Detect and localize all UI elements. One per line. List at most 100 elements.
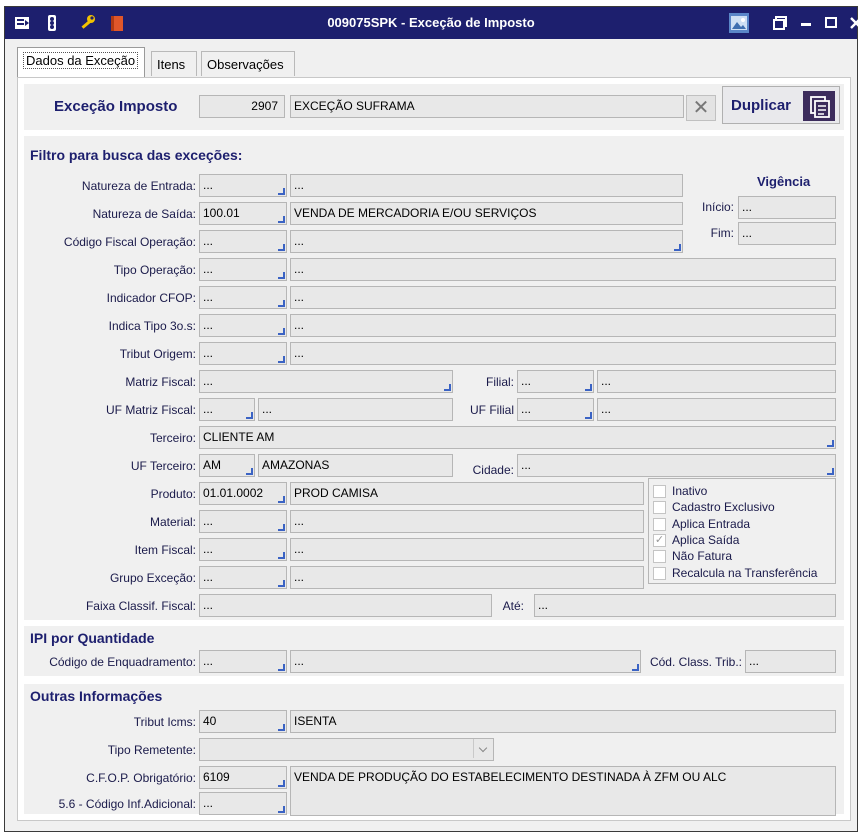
filial-code[interactable]: ... [517,370,594,393]
indicador-cfop-desc[interactable]: ... [290,286,836,309]
ate-field[interactable]: ... [534,594,836,617]
checkbox[interactable] [653,485,666,498]
duplicate-button[interactable]: Duplicar [722,86,840,124]
tribut-origem-desc[interactable]: ... [290,342,836,365]
outras-title: Outras Informações [30,688,162,704]
tribut-icms-desc[interactable]: ISENTA [290,710,836,733]
maximize-icon[interactable] [820,13,842,33]
faixa-field[interactable]: ... [199,594,492,617]
inicio-label: Início: [674,200,734,214]
cfop-obrig-desc[interactable]: VENDA DE PRODUÇÃO DO ESTABELECIMENTO DES… [290,766,836,816]
ate-label: Até: [464,599,524,613]
excecao-desc-field[interactable]: EXCEÇÃO SUFRAMA [290,95,684,118]
uf-terceiro-label: UF Terceiro: [24,459,196,473]
inf-adicional-field[interactable]: ... [199,792,287,815]
clear-button[interactable]: ✕ [686,95,716,121]
class-trib-field[interactable]: ... [745,650,836,673]
image-icon[interactable] [729,13,749,33]
tipo-operacao-desc[interactable]: ... [290,258,836,281]
matriz-fiscal-field[interactable]: ... [199,370,453,393]
inf-adicional-label: 5.6 - Código Inf.Adicional: [24,797,196,811]
tipo-remetente-label: Tipo Remetente: [24,743,196,757]
excecao-label: Exceção Imposto [54,98,177,115]
grupo-excecao-code[interactable]: ... [199,566,287,589]
filter-section: Filtro para busca das exceções: Vigência… [24,136,844,620]
inicio-field[interactable]: ... [738,196,836,219]
uf-matriz-desc[interactable]: ... [258,398,453,421]
item-fiscal-desc[interactable]: ... [290,538,644,561]
header-section: Exceção Imposto 2907 EXCEÇÃO SUFRAMA ✕ [24,84,844,130]
checkbox-label: Não Fatura [672,549,732,563]
checkbox[interactable] [653,518,666,531]
material-desc[interactable]: ... [290,510,644,533]
item-fiscal-label: Item Fiscal: [24,543,196,557]
cidade-field[interactable]: ... [517,454,836,477]
tribut-icms-label: Tribut Icms: [24,715,196,729]
tab-observacoes[interactable]: Observações [201,51,295,76]
ipi-title: IPI por Quantidade [30,630,154,646]
uf-filial-desc[interactable]: ... [597,398,836,421]
uf-matriz-label: UF Matriz Fiscal: [24,403,196,417]
cfop-desc[interactable]: ... [290,230,683,253]
indica-tipo-desc[interactable]: ... [290,314,836,337]
duplicate-label: Duplicar [731,97,791,114]
filial-label: Filial: [454,375,514,389]
natureza-saida-desc[interactable]: VENDA DE MERCADORIA E/OU SERVIÇOS [290,202,683,225]
checkmark-icon[interactable]: ✓ [653,534,666,547]
indica-tipo-code[interactable]: ... [199,314,287,337]
checkbox-label: Cadastro Exclusivo [672,500,775,514]
tab-itens[interactable]: Itens [151,51,197,76]
tab-dados-label: Dados da Exceção [23,52,138,69]
excecao-code-field[interactable]: 2907 [199,95,285,118]
fim-field[interactable]: ... [738,222,836,245]
filter-title: Filtro para busca das exceções: [30,147,242,163]
uf-filial-code[interactable]: ... [517,398,594,421]
uf-terceiro-code[interactable]: AM [199,454,255,477]
terceiro-label: Terceiro: [24,431,196,445]
uf-matriz-code[interactable]: ... [199,398,255,421]
filial-desc[interactable]: ... [597,370,836,393]
tab-dados[interactable]: Dados da Exceção [17,47,145,77]
enquadramento-desc[interactable]: ... [290,650,641,673]
minimize-icon[interactable] [795,13,817,33]
natureza-entrada-code[interactable]: ... [199,174,287,197]
indicador-cfop-code[interactable]: ... [199,286,287,309]
tipo-operacao-code[interactable]: ... [199,258,287,281]
tribut-origem-code[interactable]: ... [199,342,287,365]
outras-section: Outras Informações Tribut Icms: 40 ISENT… [24,684,844,814]
checkbox-label: Inativo [672,484,707,498]
item-fiscal-code[interactable]: ... [199,538,287,561]
natureza-entrada-desc[interactable]: ... [290,174,683,197]
options-checkbox-group: Inativo Cadastro Exclusivo Aplica Entrad… [648,478,836,584]
material-code[interactable]: ... [199,510,287,533]
grupo-excecao-desc[interactable]: ... [290,566,644,589]
content-panel: Exceção Imposto 2907 EXCEÇÃO SUFRAMA ✕ D… [17,77,851,821]
uf-terceiro-desc[interactable]: AMAZONAS [258,454,453,477]
checkbox[interactable] [653,567,666,580]
checkbox[interactable] [653,501,666,514]
restore-icon[interactable] [770,13,792,33]
tipo-operacao-label: Tipo Operação: [24,263,196,277]
matriz-fiscal-label: Matriz Fiscal: [24,375,196,389]
enquadramento-code[interactable]: ... [199,650,287,673]
checkbox[interactable] [653,550,666,563]
cidade-label: Cidade: [454,463,514,477]
grupo-excecao-label: Grupo Exceção: [24,571,196,585]
material-label: Material: [24,515,196,529]
natureza-saida-code[interactable]: 100.01 [199,202,287,225]
natureza-entrada-label: Natureza de Entrada: [24,179,196,193]
cfop-code[interactable]: ... [199,230,287,253]
chevron-down-icon[interactable] [472,739,493,760]
uf-filial-label: UF Filial [454,403,514,417]
close-icon[interactable] [845,13,865,33]
tab-observacoes-label: Observações [207,57,284,72]
tipo-remetente-select[interactable] [199,738,494,761]
terceiro-field[interactable]: CLIENTE AM [199,426,836,449]
produto-desc[interactable]: PROD CAMISA [290,482,644,505]
vigencia-title: Vigência [757,174,810,189]
tab-itens-label: Itens [157,57,185,72]
cfop-obrig-code[interactable]: 6109 [199,766,287,789]
produto-code[interactable]: 01.01.0002 [199,482,287,505]
close-icon: ✕ [693,97,710,119]
tribut-icms-code[interactable]: 40 [199,710,287,733]
